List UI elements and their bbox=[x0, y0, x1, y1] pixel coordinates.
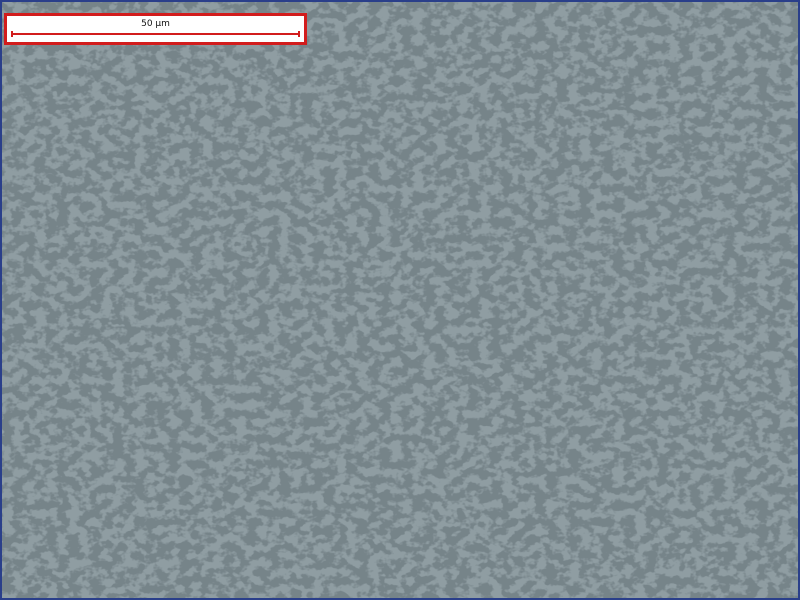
scale-bar-label: 50 µm bbox=[141, 19, 170, 29]
micrograph-image bbox=[2, 2, 798, 598]
image-frame: 50 µm bbox=[0, 0, 800, 600]
scale-bar-line bbox=[11, 33, 300, 35]
scale-bar-left-cap bbox=[11, 31, 13, 37]
scale-bar-box: 50 µm bbox=[4, 13, 307, 45]
scale-bar bbox=[11, 31, 300, 37]
scale-bar-right-cap bbox=[298, 31, 300, 37]
